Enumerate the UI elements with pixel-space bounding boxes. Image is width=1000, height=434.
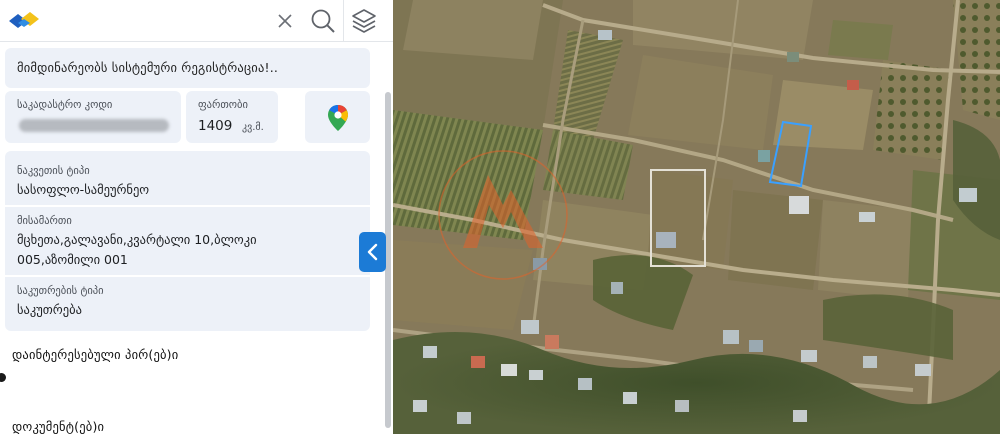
satellite-map[interactable] [393,0,1000,434]
cadastral-code-label: საკადასტრო კოდი [17,99,113,111]
chevron-left-icon [367,243,378,261]
row-separator [5,205,370,207]
layers-icon[interactable] [350,7,378,35]
address-label: მისამართი [17,215,72,227]
google-maps-icon [328,105,348,131]
address-line-1: მცხეთა,გალავანი,კვარტალი 10,ბლოკი [17,232,257,247]
collapse-panel-button[interactable] [359,232,386,272]
toolbar-divider [343,0,344,42]
ownership-type-label: საკუთრების ტიპი [17,285,104,297]
cadastral-code-card: საკადასტრო კოდი [5,91,181,143]
close-icon[interactable] [272,8,298,34]
registration-notice: მიმდინარეობს სისტემური რეგისტრაცია!.. [5,48,370,88]
satellite-imagery [393,0,1000,434]
area-label: ფართობი [198,99,248,111]
documents-header[interactable]: დოკუმენტ(ებ)ი [12,419,104,434]
area-value: 1409 [198,118,233,134]
side-handle-dot [0,373,6,382]
cadastral-code-value-redacted [19,119,169,132]
search-icon[interactable] [309,7,337,35]
top-toolbar [0,0,393,42]
interested-parties-header[interactable]: დაინტერესებული პირ(ებ)ი [12,347,178,362]
ownership-type-value: საკუთრება [17,302,82,317]
area-unit: კვ.მ. [242,122,264,133]
area-card: ფართობი 1409 კვ.მ. [186,91,278,143]
logo-icon [9,12,39,28]
row-separator [5,275,370,277]
parcel-type-label: ნაკვეთის ტიპი [17,165,90,177]
address-line-2: 005,აზომილი 001 [17,252,128,267]
info-panel: მიმდინარეობს სისტემური რეგისტრაცია!.. სა… [0,0,393,434]
parcel-type-value: სასოფლო-სამეურნეო [17,182,150,197]
google-maps-button[interactable] [305,91,370,143]
notice-text: მიმდინარეობს სისტემური რეგისტრაცია!.. [17,60,279,75]
parcel-details-card: ნაკვეთის ტიპი სასოფლო-სამეურნეო მისამართ… [5,151,370,331]
